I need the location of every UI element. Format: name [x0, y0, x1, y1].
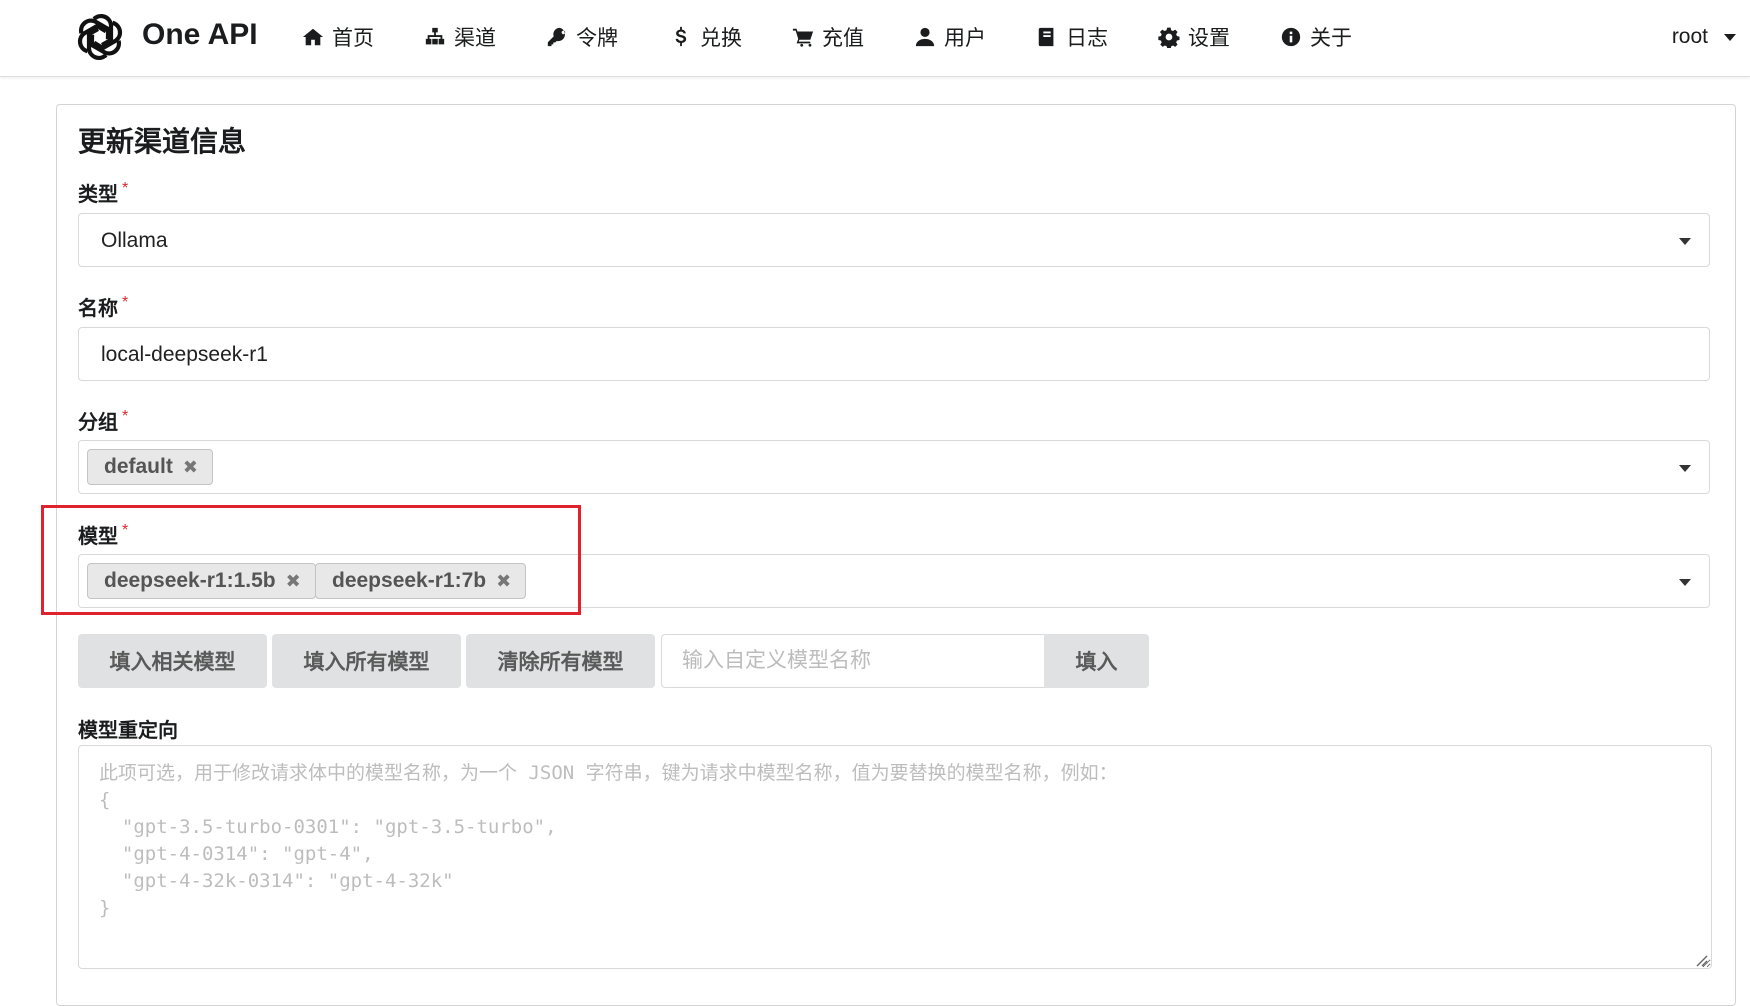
nav-home-label: 首页 — [332, 27, 374, 50]
group-chip[interactable]: default ✖ — [87, 449, 213, 485]
models-label: 模型 * — [78, 520, 128, 549]
remove-chip-icon[interactable]: ✖ — [286, 571, 301, 592]
type-label: 类型 * — [78, 178, 128, 207]
nav-channels-label: 渠道 — [454, 27, 496, 50]
models-label-text: 模型 — [78, 526, 118, 548]
required-mark: * — [122, 522, 129, 539]
nav-topup-label: 充值 — [822, 27, 864, 50]
nav-users-label: 用户 — [944, 27, 986, 50]
group-label-text: 分组 — [78, 412, 118, 434]
nav-logs[interactable]: 日志 — [1036, 22, 1108, 52]
openai-logo-icon[interactable] — [72, 9, 128, 65]
name-label-text: 名称 — [78, 298, 118, 320]
clear-all-models-button[interactable]: 清除所有模型 — [466, 634, 655, 688]
user-icon — [915, 27, 935, 47]
fill-related-models-button[interactable]: 填入相关模型 — [78, 634, 267, 688]
nav-about[interactable]: 关于 — [1280, 22, 1352, 52]
nav-settings-label: 设置 — [1188, 27, 1230, 50]
custom-model-input[interactable] — [661, 634, 1045, 688]
nav-channels[interactable]: 渠道 — [424, 22, 496, 52]
type-select-value: Ollama — [101, 229, 168, 252]
model-chip-label: deepseek-r1:7b — [332, 569, 487, 592]
user-menu[interactable]: root — [1672, 22, 1736, 52]
gear-icon — [1158, 27, 1180, 48]
home-icon — [302, 28, 324, 46]
type-label-text: 类型 — [78, 184, 118, 206]
fill-custom-model-button[interactable]: 填入 — [1044, 634, 1149, 688]
key-icon — [547, 27, 566, 47]
name-label: 名称 * — [78, 292, 128, 321]
nav-home[interactable]: 首页 — [302, 22, 374, 52]
nav-about-label: 关于 — [1310, 27, 1352, 50]
nav-redeem[interactable]: 兑换 — [670, 22, 742, 52]
brand-name[interactable]: One API — [142, 18, 258, 52]
group-label: 分组 * — [78, 406, 128, 435]
model-chip[interactable]: deepseek-r1:1.5b ✖ — [87, 563, 316, 599]
fill-all-models-button[interactable]: 填入所有模型 — [272, 634, 461, 688]
book-icon — [1038, 27, 1054, 47]
nav-users[interactable]: 用户 — [914, 22, 986, 52]
nav-redeem-label: 兑换 — [700, 27, 742, 50]
nav-tokens[interactable]: 令牌 — [546, 22, 618, 52]
dropdown-caret-icon — [1679, 238, 1691, 245]
model-chip[interactable]: deepseek-r1:7b ✖ — [315, 563, 527, 599]
top-navbar: One API 首页 渠道 令牌 兑换 充值 用户 日志 设置 关于 root — [0, 0, 1750, 77]
group-multiselect[interactable]: default ✖ — [78, 440, 1710, 494]
model-mapping-textarea[interactable] — [78, 745, 1712, 969]
dropdown-caret-icon — [1679, 579, 1691, 586]
required-mark: * — [122, 180, 129, 197]
remove-chip-icon[interactable]: ✖ — [183, 457, 198, 478]
type-select[interactable]: Ollama — [78, 213, 1710, 267]
remove-chip-icon[interactable]: ✖ — [496, 571, 511, 592]
username: root — [1671, 25, 1708, 48]
required-mark: * — [122, 294, 129, 311]
name-input-value: local-deepseek-r1 — [101, 343, 268, 366]
chevron-down-icon — [1724, 33, 1736, 41]
page-title: 更新渠道信息 — [78, 126, 247, 157]
dropdown-caret-icon — [1679, 465, 1691, 472]
sitemap-icon — [425, 27, 445, 45]
models-multiselect[interactable]: deepseek-r1:1.5b ✖ deepseek-r1:7b ✖ — [78, 554, 1710, 608]
cart-icon — [792, 28, 814, 47]
group-chip-label: default — [104, 455, 173, 478]
nav-tokens-label: 令牌 — [576, 27, 618, 50]
info-icon — [1281, 27, 1301, 47]
nav-logs-label: 日志 — [1066, 27, 1108, 50]
nav-settings[interactable]: 设置 — [1158, 22, 1230, 52]
dollar-icon — [675, 26, 687, 47]
resize-handle-icon[interactable] — [1694, 953, 1708, 967]
required-mark: * — [122, 408, 129, 425]
nav-topup[interactable]: 充值 — [792, 22, 864, 52]
model-mapping-label: 模型重定向 — [78, 720, 178, 742]
model-chip-label: deepseek-r1:1.5b — [104, 569, 276, 592]
name-input[interactable]: local-deepseek-r1 — [78, 327, 1710, 381]
